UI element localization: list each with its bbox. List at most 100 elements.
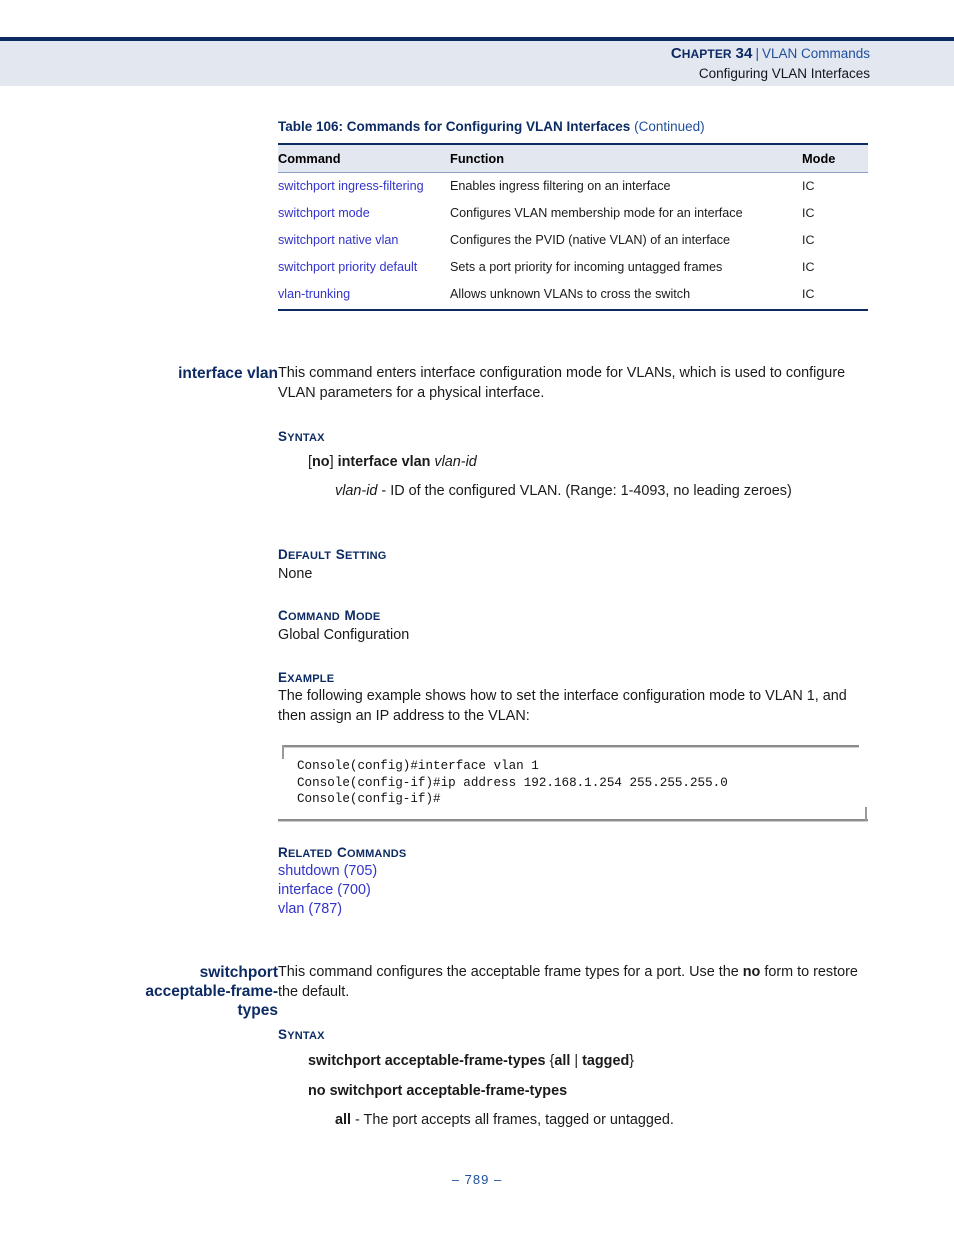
syntax-line-interface-vlan: [no] interface vlan vlan-id [308,453,900,473]
header-chapter-lead: C [670,45,682,62]
parameter-description-vlan-id: vlan-id - ID of the configured VLAN. (Ra… [335,482,895,502]
syntax-command: interface vlan [337,454,431,470]
syntax-option-tagged: tagged [582,1053,630,1069]
header-section-title: Configuring VLAN Interfaces [698,66,870,81]
command-function: Enables ingress filtering on an interfac… [450,179,671,193]
parameter-name: vlan-id [335,483,378,499]
command-link[interactable]: vlan-trunking [278,287,350,301]
syntax-heading-interface-vlan: SYNTAX [278,428,870,446]
section-description-interface-vlan: This command enters interface configurat… [278,365,846,401]
cmdmode-heading-rest: OMMAND [287,611,340,623]
setting-heading-rest: ETTING [345,550,387,562]
code-bottom-rule-shadow [278,821,868,822]
header-chapter-rest: HAPTER [681,47,732,61]
related-commands-list: shutdown (705) interface (700) vlan (787… [278,862,870,919]
table-row: vlan-trunking Allows unknown VLANs to cr… [278,281,868,311]
example-description: The following example shows how to set t… [278,688,847,724]
header-chapter-label: CHAPTER 34 [670,45,753,62]
parameter-name: all [335,1112,351,1128]
table-caption-main: Table 106: Commands for Configuring VLAN… [278,119,631,134]
table-row: switchport native vlan Configures the PV… [278,227,868,254]
column-header-mode: Mode [802,143,868,173]
description-keyword-no: no [742,964,761,980]
syntax-heading-rest: YNTAX [287,432,325,444]
command-mode-value: Global Configuration [278,627,410,643]
command-mode: IC [802,287,815,301]
vlan-commands-table: Command Function Mode switchport ingress… [278,143,868,311]
command-function: Allows unknown VLANs to cross the switch [450,287,691,301]
syntax-parameter: vlan-id [434,454,477,470]
table-row: switchport mode Configures VLAN membersh… [278,200,868,227]
table-caption: Table 106: Commands for Configuring VLAN… [278,119,878,134]
command-mode-heading: COMMAND MODE [278,607,870,625]
header-chapter-line: CHAPTER 34 | VLAN Commands [671,44,870,64]
setting-heading-lead: S [335,547,345,562]
section-label-switchport-acceptable-frame-types: switchport acceptable-frame- types [86,963,278,1020]
column-header-function: Function [450,143,802,173]
syntax-option-all: all [554,1053,571,1069]
default-heading-lead: D [278,547,288,562]
related-command-link[interactable]: interface (700) [278,881,870,900]
syntax-heading-rest: YNTAX [287,1030,325,1042]
syntax-line1-switchport-aft: switchport acceptable-frame-types {all |… [308,1052,900,1072]
command-mode: IC [802,260,815,274]
header-chapter-title: VLAN Commands [761,46,870,61]
command-link[interactable]: switchport native vlan [278,233,398,247]
table-body: switchport ingress-filtering Enables ing… [278,173,868,311]
syntax-heading-lead: S [278,1027,288,1042]
command-link[interactable]: switchport mode [278,206,370,220]
command-function: Configures VLAN membership mode for an i… [450,206,743,220]
table-header-row: Command Function Mode [278,143,868,173]
console-output-text: Console(config)#interface vlan 1 Console… [297,759,728,806]
command-function: Sets a port priority for incoming untagg… [450,260,723,274]
syntax-bracket-close: ] [329,454,334,470]
parameter-text: - The port accepts all frames, tagged or… [351,1112,674,1128]
related-command-link[interactable]: shutdown (705) [278,862,870,881]
default-setting-value: None [278,566,313,582]
command-function: Configures the PVID (native VLAN) of an … [450,233,731,247]
default-setting-heading: DEFAULT SETTING [278,546,870,564]
command-link[interactable]: switchport priority default [278,260,417,274]
related-command-link[interactable]: vlan (787) [278,900,870,919]
section-label-interface-vlan: interface vlan [178,365,278,382]
syntax-line2-switchport-aft: no switchport acceptable-frame-types [308,1083,568,1099]
related-heading-lead: R [278,845,288,860]
syntax-heading-switchport-aft: SYNTAX [278,1026,870,1044]
section-label-line2: acceptable-frame- [145,983,278,1000]
description-part1: This command configures the acceptable f… [278,964,743,980]
table-row: switchport priority default Sets a port … [278,254,868,281]
section-label-line1: switchport [199,964,278,981]
column-header-command: Command [278,143,450,173]
table-head: Command Function Mode [278,143,868,173]
example-heading-rest: XAMPLE [287,673,335,685]
example-heading: EXAMPLE [278,669,870,687]
command-mode: IC [802,179,815,193]
parameter-text: - ID of the configured VLAN. (Range: 1-4… [377,483,792,499]
table-caption-continued: (Continued) [634,119,705,134]
mode-heading-rest: ODE [355,611,381,623]
related-commands-heading: RELATED COMMANDS [278,844,870,862]
command-mode: IC [802,233,815,247]
syntax-brace-close: } [629,1053,635,1069]
command-link[interactable]: switchport ingress-filtering [278,179,424,193]
code-right-rule [865,807,867,821]
parameter-description-all: all - The port accepts all frames, tagge… [335,1111,895,1131]
commands-heading-rest: OMMANDS [346,848,407,860]
code-top-rule-shadow [282,747,859,748]
section-description-switchport-aft: This command configures the acceptable f… [278,963,863,1002]
code-left-rule [282,745,284,759]
commands-heading-lead: C [337,845,347,860]
header-separator: | [755,46,759,61]
page-header: CHAPTER 34 | VLAN Commands Configuring VLA… [671,44,870,83]
syntax-heading-lead: S [278,429,288,444]
example-heading-lead: E [278,670,288,685]
cmdmode-heading-lead: C [278,608,288,623]
command-mode: IC [802,206,815,220]
syntax-keyword-no: no [312,454,330,470]
syntax-command: switchport acceptable-frame-types [308,1053,546,1069]
console-example-block: Console(config)#interface vlan 1 Console… [278,745,868,823]
default-heading-rest: EFAULT [287,550,332,562]
page-footer: – 789 – [451,1172,503,1187]
mode-heading-lead: M [344,608,356,623]
related-heading-rest: ELATED [287,848,333,860]
